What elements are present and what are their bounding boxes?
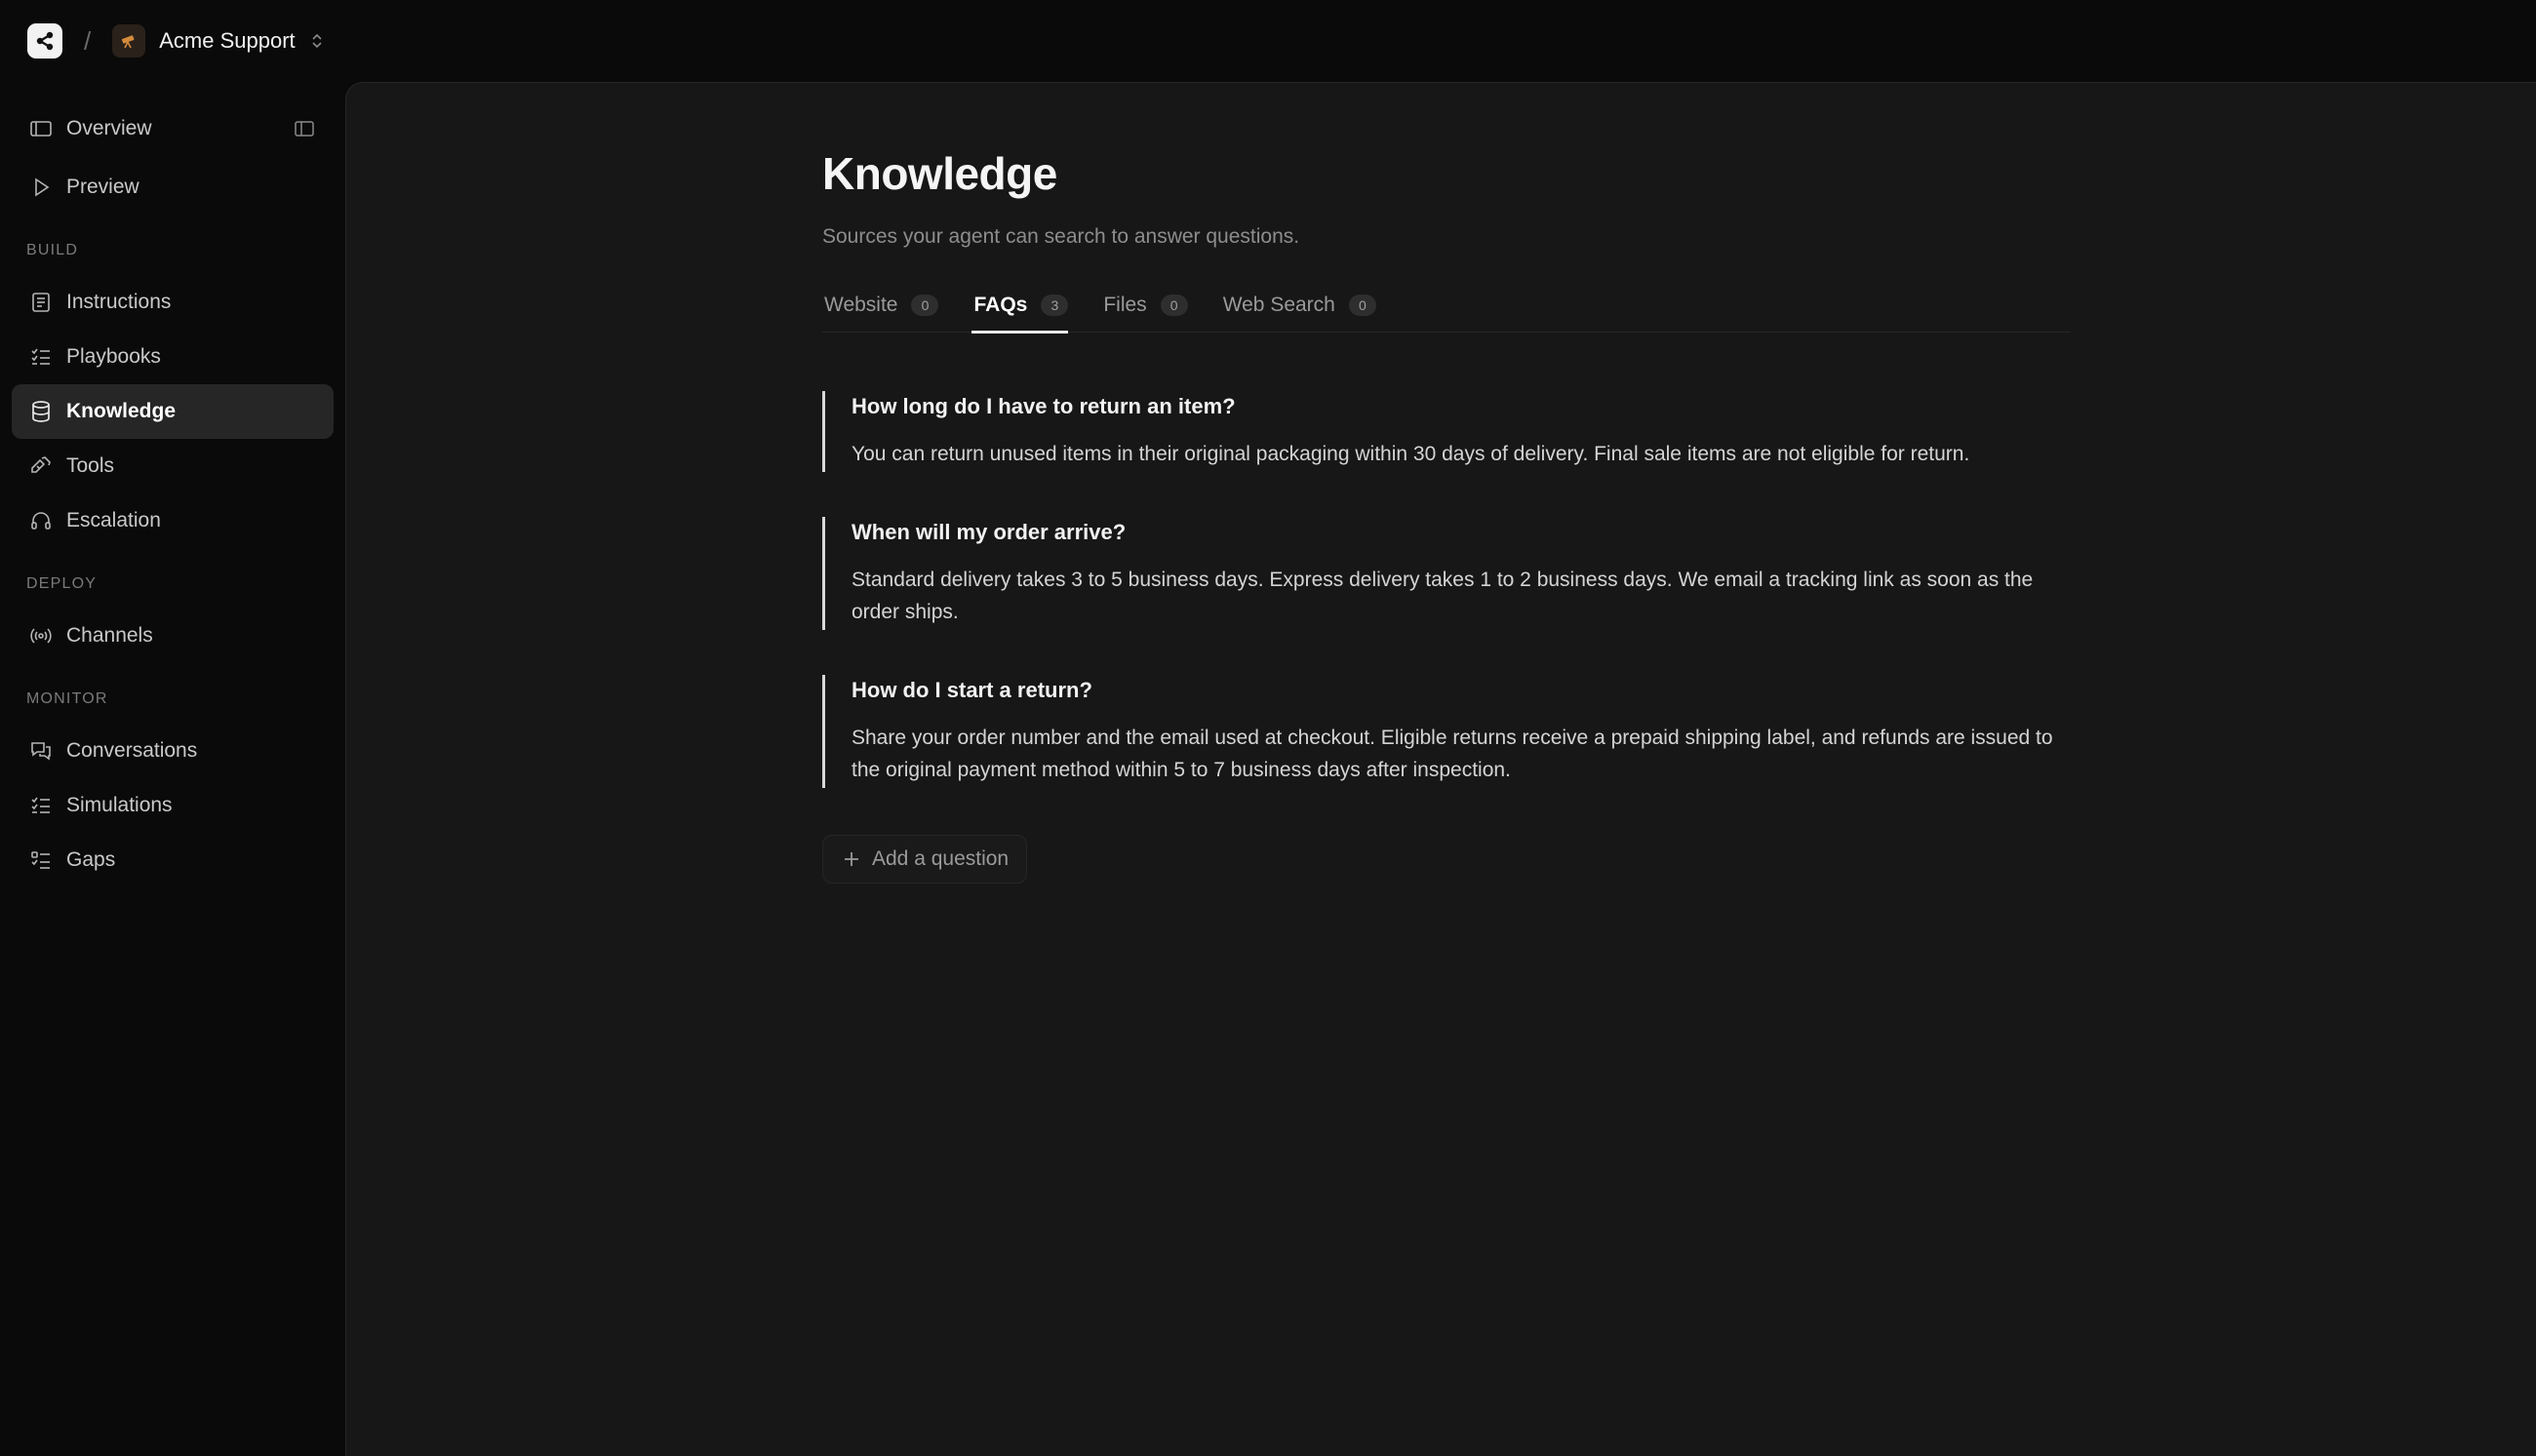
- checklist-icon: [27, 343, 55, 371]
- sidebar-item-label: Instructions: [66, 291, 172, 313]
- sidebar-item-label: Conversations: [66, 739, 198, 762]
- tab-faqs[interactable]: FAQs 3: [971, 278, 1069, 334]
- broadcast-icon: [27, 622, 55, 649]
- sidebar-item-conversations[interactable]: Conversations: [12, 724, 334, 778]
- knowledge-tabs: Website 0 FAQs 3 Files 0 Web Search 0: [822, 278, 2071, 334]
- faq-item[interactable]: When will my order arrive? Standard deli…: [822, 517, 2071, 630]
- page-subtitle: Sources your agent can search to answer …: [822, 225, 1300, 248]
- tab-files[interactable]: Files 0: [1101, 278, 1188, 333]
- sidebar-item-knowledge[interactable]: Knowledge: [12, 384, 334, 439]
- sidebar-item-label: Tools: [66, 454, 115, 477]
- sidebar-item-label: Overview: [66, 117, 152, 139]
- sidebar-item-simulations[interactable]: Simulations: [12, 778, 334, 833]
- add-question-button[interactable]: Add a question: [822, 835, 1028, 884]
- workspace-name[interactable]: Acme Support: [159, 28, 295, 54]
- count-badge: 0: [911, 295, 939, 316]
- section-label-deploy: DEPLOY: [26, 575, 98, 592]
- sidebar-item-label: Preview: [66, 176, 139, 198]
- chevron-up-down-icon[interactable]: [309, 31, 325, 51]
- sidebar-item-preview[interactable]: Preview: [12, 160, 334, 215]
- faq-question: How do I start a return?: [852, 678, 1092, 702]
- count-badge: 3: [1041, 295, 1069, 316]
- section-label-build: BUILD: [26, 242, 79, 258]
- faq-question: When will my order arrive?: [852, 520, 1127, 544]
- breadcrumb-separator: /: [84, 25, 92, 56]
- sidebar-item-gaps[interactable]: Gaps: [12, 833, 334, 887]
- faq-item[interactable]: How do I start a return? Share your orde…: [822, 675, 2071, 788]
- checklist-icon: [27, 792, 55, 819]
- sidebar-item-label: Playbooks: [66, 345, 161, 368]
- plus-icon: [843, 850, 860, 868]
- knowledge-content: Knowledge Sources your agent can search …: [822, 147, 2071, 884]
- workspace-avatar-icon[interactable]: [112, 24, 146, 58]
- sidebar-collapse-icon[interactable]: [291, 115, 318, 142]
- layout-icon: [27, 115, 55, 142]
- sidebar-item-playbooks[interactable]: Playbooks: [12, 330, 334, 384]
- tab-website[interactable]: Website 0: [822, 278, 939, 333]
- tab-label: FAQs: [973, 294, 1028, 316]
- play-icon: [27, 174, 55, 201]
- app-logo-icon[interactable]: [27, 23, 62, 59]
- sidebar-item-label: Gaps: [66, 848, 116, 871]
- faq-answer: You can return unused items in their ori…: [852, 443, 1970, 465]
- database-icon: [27, 398, 55, 425]
- headset-icon: [27, 507, 55, 534]
- tab-label: Web Search: [1222, 294, 1335, 316]
- main-panel: Knowledge Sources your agent can search …: [345, 82, 2536, 1456]
- tab-label: Files: [1103, 294, 1147, 316]
- tools-icon: [27, 453, 55, 480]
- page-title: Knowledge: [822, 148, 1057, 199]
- sidebar-item-label: Channels: [66, 624, 153, 647]
- add-question-label: Add a question: [872, 847, 1010, 870]
- count-badge: 0: [1348, 295, 1376, 316]
- instructions-icon: [27, 289, 55, 316]
- tab-web-search[interactable]: Web Search 0: [1221, 278, 1376, 333]
- sidebar-item-tools[interactable]: Tools: [12, 439, 334, 493]
- top-bar: / Acme Support: [0, 0, 2536, 82]
- sidebar-item-escalation[interactable]: Escalation: [12, 493, 334, 548]
- sidebar-item-label: Knowledge: [66, 400, 177, 422]
- section-label-monitor: MONITOR: [26, 690, 108, 707]
- sidebar-item-channels[interactable]: Channels: [12, 609, 334, 663]
- faq-answer: Share your order number and the email us…: [852, 727, 2053, 781]
- faq-list: How long do I have to return an item? Yo…: [822, 391, 2071, 788]
- tab-label: Website: [824, 294, 898, 316]
- faq-answer: Standard delivery takes 3 to 5 business …: [852, 569, 2034, 623]
- sidebar-item-overview[interactable]: Overview: [12, 101, 334, 156]
- sidebar-item-label: Simulations: [66, 794, 173, 816]
- list-check-icon: [27, 846, 55, 874]
- sidebar-item-label: Escalation: [66, 509, 161, 531]
- count-badge: 0: [1160, 295, 1188, 316]
- sidebar: Overview Preview BUILD Instructions Play…: [0, 82, 345, 1456]
- faq-question: How long do I have to return an item?: [852, 394, 1236, 418]
- sidebar-item-instructions[interactable]: Instructions: [12, 275, 334, 330]
- chat-icon: [27, 737, 55, 765]
- faq-item[interactable]: How long do I have to return an item? Yo…: [822, 391, 2071, 472]
